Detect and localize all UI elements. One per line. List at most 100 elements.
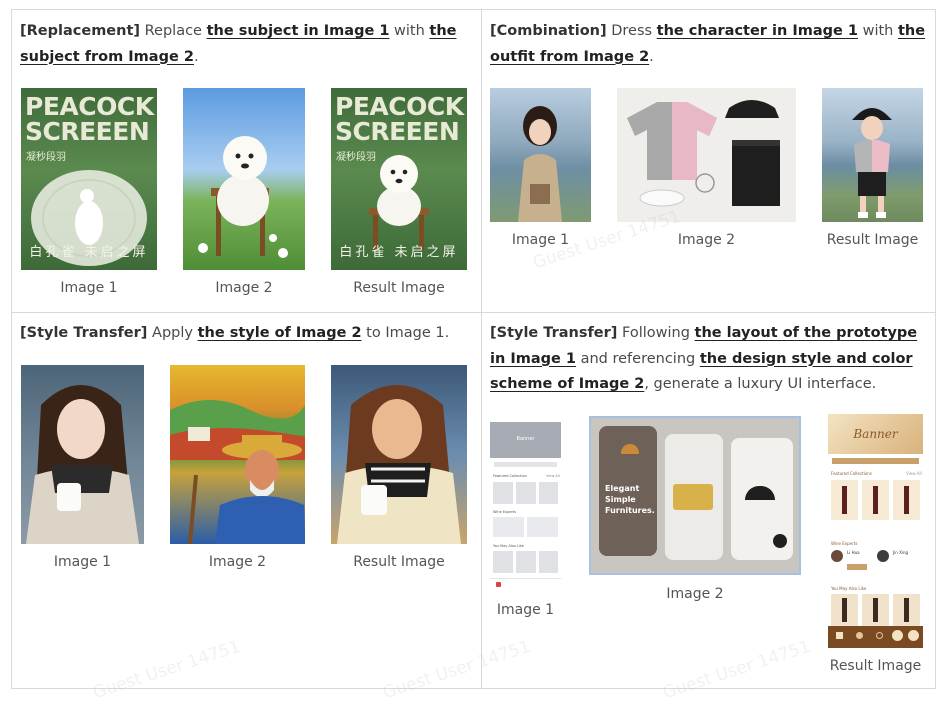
woman-illustration <box>26 385 139 544</box>
text-span: with <box>389 23 430 39</box>
luxury-product-row <box>831 594 920 626</box>
wireframe-tab-bar <box>490 578 561 591</box>
result-girl-illustration <box>852 108 892 218</box>
profile-icon <box>908 630 919 641</box>
luxury-featured-view-all: View All <box>906 471 922 476</box>
outfit-photo <box>617 88 796 222</box>
column-divider <box>481 9 482 689</box>
wireframe-experts-label: Wine Experts <box>493 510 517 514</box>
expert-2-name: Jin Xing <box>893 550 909 555</box>
wine-bottle-icon <box>904 598 909 622</box>
luxury-banner: Banner <box>828 414 923 454</box>
panel-tag: [Style Transfer] <box>20 325 148 341</box>
wireframe-featured-view-all: View All <box>546 474 560 478</box>
peacock-poster-image: PEACOCK SCREEEN 白孔雀 未启之屏 凝秒段羽 <box>21 88 157 270</box>
poster-side-text: 凝秒段羽 <box>26 152 66 163</box>
panel-title-style-transfer-2: [Style Transfer] Following the layout of… <box>490 321 930 398</box>
wine-bottle-icon <box>904 486 909 514</box>
expert-tag <box>847 564 867 570</box>
luxury-banner-title: Banner <box>853 427 898 441</box>
lamp-image <box>745 486 775 500</box>
phone-card-simple: Simple <box>605 495 636 504</box>
van-gogh-style-painting <box>170 365 305 544</box>
luxury-may-like-label: You May Also Like <box>831 586 867 591</box>
caption-image-1: Image 1 <box>60 280 118 296</box>
caption-image-1: Image 1 <box>53 554 112 570</box>
panel-tag: [Replacement] <box>20 23 141 39</box>
panel-title-replacement: [Replacement] Replace the subject in Ima… <box>20 19 475 70</box>
luxury-experts-label: Wine Experts <box>831 541 858 546</box>
wine-bottle-icon <box>842 486 847 514</box>
emphasis-span: the style of Image 2 <box>197 325 362 341</box>
add-to-cart-icon <box>773 534 787 548</box>
avatar <box>831 550 843 562</box>
text-span: to Image 1. <box>361 325 450 341</box>
pendant-lamp-icon <box>621 444 639 454</box>
wireframe-card-row <box>493 482 558 504</box>
wireframe-featured-label: Featured Collection <box>493 474 527 478</box>
wireframe-banner-label: Banner <box>516 436 535 442</box>
text-span: , generate a luxury UI interface. <box>644 376 877 392</box>
home-icon <box>836 632 843 639</box>
luxury-wine-row <box>831 480 920 520</box>
wine-bottle-icon <box>873 486 878 514</box>
phone-card-1: Elegant Simple Furnitures. <box>599 426 657 556</box>
discover-icon <box>856 632 863 639</box>
farmer-illustration <box>170 400 305 544</box>
result-poster-image: PEACOCK SCREEEN 白孔雀 未启之屏 凝秒段羽 <box>331 88 467 270</box>
text-span: . <box>193 48 199 65</box>
outfit-illustration <box>627 100 780 207</box>
poster-subtitle: 白孔雀 未启之屏 <box>339 245 459 260</box>
phone-card-3 <box>731 438 793 560</box>
caption-image-2: Image 2 <box>215 280 273 296</box>
wireframe-may-like-label: You May Also Like <box>493 544 524 548</box>
result-stylized-portrait <box>331 365 467 544</box>
text-span: and referencing <box>575 350 700 367</box>
caption-result-image: Result Image <box>353 554 445 570</box>
phone-card-2 <box>665 434 723 560</box>
luxury-search <box>832 458 919 464</box>
caption-image-2: Image 2 <box>208 554 267 570</box>
girl-illustration <box>518 106 562 222</box>
search-icon <box>876 632 883 639</box>
emphasis-span: the character in Image 1 <box>656 23 858 39</box>
caption-image-1: Image 1 <box>496 602 555 618</box>
luxury-tab-bar <box>828 626 923 648</box>
phone-card-furnitures: Furnitures. <box>605 506 655 515</box>
poster-side-text: 凝秒段羽 <box>336 152 376 163</box>
cart-icon <box>892 630 903 641</box>
caption-result-image: Result Image <box>353 280 445 296</box>
dog-illustration <box>198 136 288 258</box>
luxury-expert-row: Li Hua Jin Xing <box>831 548 920 576</box>
wireframe-expert-row <box>493 517 558 537</box>
caption-image-2: Image 2 <box>677 232 736 248</box>
stylized-woman-illustration <box>337 385 461 544</box>
text-span: Apply <box>147 325 198 341</box>
text-span: Dress <box>606 23 657 39</box>
emphasis-span: the subject in Image 1 <box>206 23 390 39</box>
chair-image <box>673 484 713 510</box>
panel-title-style-transfer-1: [Style Transfer] Apply the style of Imag… <box>20 321 475 347</box>
wine-bottle-icon <box>873 598 878 622</box>
luxury-featured-label: Featured Collections <box>831 471 872 476</box>
poodle-photo <box>183 88 305 270</box>
caption-result-image: Result Image <box>829 658 922 674</box>
wine-bottle-icon <box>842 598 847 622</box>
panel-tag: [Combination] <box>490 23 607 39</box>
expert-1-name: Li Hua <box>847 550 860 555</box>
caption-result-image: Result Image <box>826 232 919 248</box>
wireframe-banner: Banner <box>490 422 561 458</box>
phone-card-elegant: Elegant <box>605 484 640 493</box>
home-icon <box>496 582 501 587</box>
furniture-design-reference-image: Elegant Simple Furnitures. <box>589 416 801 575</box>
text-span: Following <box>617 325 695 341</box>
row-divider <box>11 312 936 313</box>
woman-portrait-photo <box>21 365 144 544</box>
text-span: with <box>858 23 898 39</box>
poster-subtitle: 白孔雀 未启之屏 <box>29 245 149 260</box>
text-span: . <box>649 48 654 65</box>
wireframe-product-row <box>493 551 558 573</box>
text-span: Replace <box>140 23 207 39</box>
girl-photo <box>490 88 591 222</box>
caption-image-1: Image 1 <box>511 232 570 248</box>
